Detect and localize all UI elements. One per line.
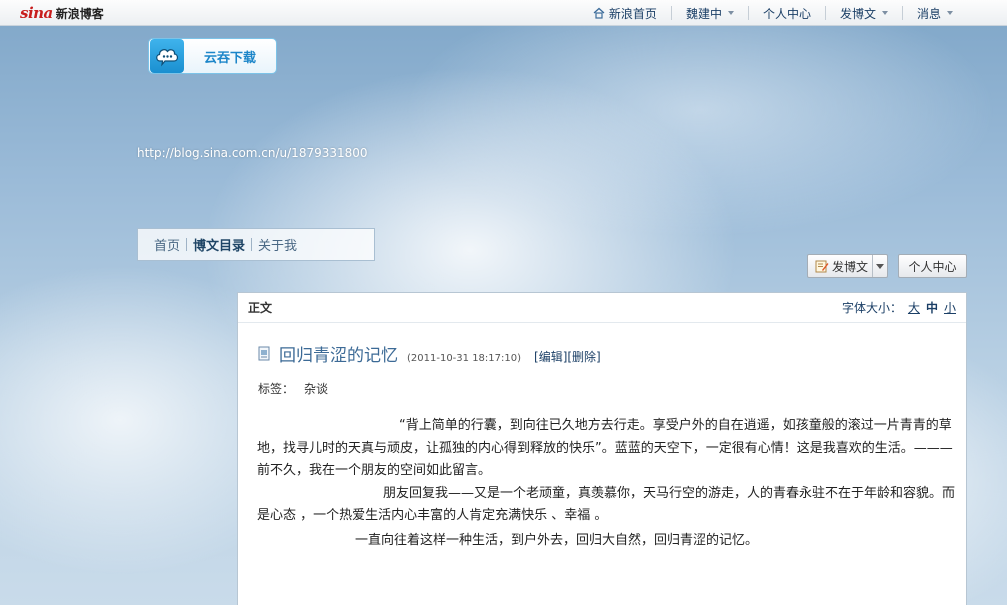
blog-url[interactable]: http://blog.sina.com.cn/u/1879331800 bbox=[137, 146, 368, 160]
article-title: 回归青涩的记忆 bbox=[279, 346, 398, 366]
sina-logo-mark: sina bbox=[20, 4, 53, 22]
tag-row: 标签： 杂谈 bbox=[258, 380, 328, 397]
chevron-down-icon bbox=[947, 11, 953, 15]
blog-nav-article-list[interactable]: 博文目录 bbox=[187, 235, 251, 254]
article-paragraph: 一直向往着这样一种生活，到户外去，回归大自然，回归青涩的记忆。 bbox=[355, 532, 759, 548]
sina-blog-logo[interactable]: sina 新浪博客 bbox=[20, 3, 104, 23]
nav-personal-center[interactable]: 个人中心 bbox=[749, 0, 825, 26]
article-title-row: 回归青涩的记忆 (2011-10-31 18:17:10) [编辑][删除] bbox=[258, 341, 601, 366]
nav-username[interactable]: 魏建中 bbox=[672, 0, 748, 26]
top-bar: sina 新浪博客 新浪首页 魏建中 个人中心 发博文 消息 bbox=[0, 0, 1007, 26]
chevron-down-icon bbox=[876, 263, 884, 269]
cloud-download-button[interactable]: 云吞下载 bbox=[148, 38, 277, 74]
nav-personal-center-label: 个人中心 bbox=[762, 6, 811, 21]
font-size-small[interactable]: 小 bbox=[944, 299, 956, 316]
nav-post-blog[interactable]: 发博文 bbox=[826, 0, 902, 26]
tag-label: 标签： bbox=[258, 382, 295, 396]
panel-header: 正文 字体大小： 大 中 小 bbox=[238, 293, 966, 323]
cloud-download-label: 云吞下载 bbox=[203, 50, 256, 66]
document-icon bbox=[258, 346, 270, 361]
top-nav: 新浪首页 魏建中 个人中心 发博文 消息 bbox=[579, 0, 967, 26]
blog-nav: 首页 博文目录 关于我 bbox=[137, 228, 375, 261]
nav-sina-home[interactable]: 新浪首页 bbox=[579, 0, 671, 26]
edit-delete-links[interactable]: [编辑][删除] bbox=[534, 348, 601, 365]
post-blog-label: 发博文 bbox=[832, 259, 869, 274]
house-icon bbox=[593, 7, 605, 19]
blog-nav-home[interactable]: 首页 bbox=[148, 235, 186, 254]
article-paragraph: 朋友回复我——又是一个老顽童，真羡慕你，天马行空的游走，人的青春永驻不在于年龄和… bbox=[257, 485, 956, 524]
chevron-down-icon bbox=[727, 11, 734, 15]
font-size-medium[interactable]: 中 bbox=[926, 299, 938, 316]
article-paragraph: “背上简单的行囊，到向往已久地方去行走。享受户外的自在逍遥，如孩童般的滚过一片青… bbox=[257, 418, 953, 478]
edit-post-icon bbox=[815, 260, 829, 273]
nav-post-blog-label: 发博文 bbox=[839, 6, 876, 21]
blog-nav-about-me[interactable]: 关于我 bbox=[252, 235, 303, 254]
nav-username-label: 魏建中 bbox=[685, 6, 722, 21]
tag-item[interactable]: 杂谈 bbox=[304, 382, 328, 396]
nav-messages[interactable]: 消息 bbox=[903, 0, 967, 26]
logo-text: 新浪博客 bbox=[55, 6, 104, 21]
font-size-control: 字体大小： 大 中 小 bbox=[842, 299, 956, 316]
chevron-down-icon bbox=[881, 11, 888, 15]
post-blog-dropdown[interactable] bbox=[872, 255, 887, 277]
nav-messages-label: 消息 bbox=[916, 6, 941, 21]
panel-title: 正文 bbox=[248, 301, 273, 315]
font-size-label: 字体大小： bbox=[841, 301, 902, 315]
cloud-chat-icon bbox=[150, 39, 184, 73]
nav-sina-home-label: 新浪首页 bbox=[608, 6, 657, 21]
article-timestamp: (2011-10-31 18:17:10) bbox=[407, 353, 522, 364]
personal-center-button[interactable]: 个人中心 bbox=[898, 254, 967, 278]
font-size-large[interactable]: 大 bbox=[908, 299, 920, 316]
article-panel: 正文 字体大小： 大 中 小 回归青涩的记忆 (2011-10-31 18:17… bbox=[237, 292, 967, 605]
post-blog-button[interactable]: 发博文 bbox=[807, 254, 888, 278]
article-body: “背上简单的行囊，到向往已久地方去行走。享受户外的自在逍遥，如孩童般的滚过一片青… bbox=[257, 415, 957, 552]
